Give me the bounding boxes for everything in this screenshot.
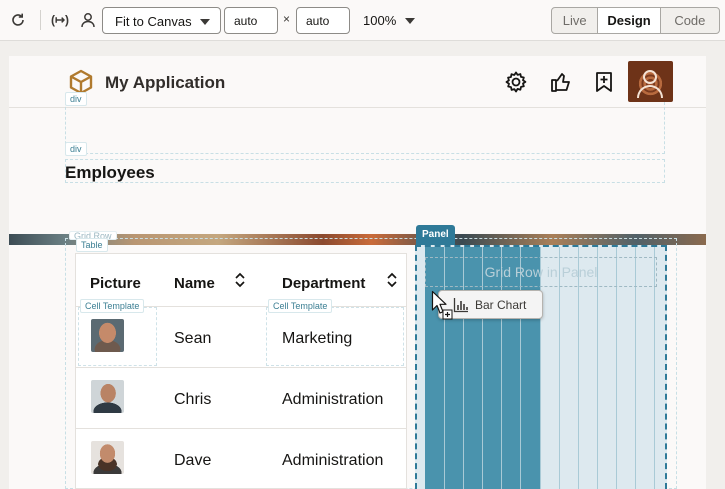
- user-avatar[interactable]: [628, 61, 673, 102]
- table-row[interactable]: Dave Administration: [76, 428, 406, 489]
- sort-icon[interactable]: [386, 272, 398, 288]
- panel-drop-zone[interactable]: Grid Row in Panel: [415, 245, 667, 489]
- mode-live-button[interactable]: Live: [552, 8, 599, 33]
- width-input[interactable]: auto: [224, 7, 278, 34]
- employee-name: Sean: [174, 330, 212, 347]
- mode-design-button[interactable]: Design: [598, 8, 661, 33]
- times-symbol: ×: [283, 12, 291, 26]
- variables-icon[interactable]: (↦): [49, 9, 71, 31]
- toolbar-divider: [40, 10, 41, 30]
- div-tag-1[interactable]: div: [65, 92, 87, 106]
- designer-toolbar: (↦) Fit to Canvas auto × auto 100% Live …: [0, 0, 725, 41]
- employee-name: Dave: [174, 452, 212, 469]
- cell-template-tag-1[interactable]: Cell Template: [80, 299, 145, 313]
- employee-name: Chris: [174, 391, 212, 408]
- chevron-down-icon: [200, 19, 210, 25]
- page-heading: Employees: [65, 163, 155, 182]
- zoom-level[interactable]: 100%: [363, 13, 396, 28]
- drag-cursor-icon: [431, 290, 453, 320]
- table-row[interactable]: Sean Marketing: [76, 306, 406, 367]
- mode-code-button[interactable]: Code: [661, 8, 719, 33]
- app-title: My Application: [105, 73, 226, 92]
- dragged-bar-chart-component[interactable]: Bar Chart: [438, 290, 543, 319]
- cell-template-tag-2[interactable]: Cell Template: [268, 299, 333, 313]
- table-tag[interactable]: Table: [76, 238, 108, 252]
- bookmark-add-icon[interactable]: [592, 70, 616, 94]
- grid-row-placeholder[interactable]: Grid Row in Panel: [425, 257, 657, 287]
- employee-department: Administration: [282, 452, 384, 469]
- employee-photo: [91, 319, 124, 352]
- avatar-head: [643, 70, 657, 84]
- thumbs-up-icon[interactable]: [549, 70, 573, 94]
- refresh-icon[interactable]: [7, 9, 29, 31]
- employee-department: Administration: [282, 391, 384, 408]
- user-icon[interactable]: [77, 9, 99, 31]
- div-tag-2[interactable]: div: [65, 142, 87, 156]
- avatar-body: [637, 85, 663, 98]
- panel-tag[interactable]: Panel: [416, 225, 455, 245]
- bar-chart-label: Bar Chart: [475, 298, 527, 312]
- table-row[interactable]: Chris Administration: [76, 367, 406, 428]
- app-header: My Application: [9, 56, 706, 108]
- gear-icon[interactable]: [504, 70, 528, 94]
- height-input[interactable]: auto: [296, 7, 350, 34]
- column-header-name[interactable]: Name: [174, 275, 215, 292]
- employee-photo: [91, 441, 124, 474]
- div-guide-2: [65, 159, 665, 183]
- fit-to-canvas-label: Fit to Canvas: [115, 14, 192, 29]
- employees-table[interactable]: Picture Name Department Sean Marketing C…: [75, 253, 407, 489]
- div-guide-1: [65, 102, 665, 154]
- employee-photo: [91, 380, 124, 413]
- column-header-department[interactable]: Department: [282, 275, 365, 292]
- bar-chart-icon: [453, 298, 468, 313]
- column-header-picture: Picture: [90, 275, 141, 292]
- fit-to-canvas-select[interactable]: Fit to Canvas: [102, 7, 221, 34]
- zoom-chevron-down-icon[interactable]: [405, 18, 415, 24]
- design-canvas: My Application div div Employees Grid Ro…: [9, 56, 706, 489]
- mode-switcher: Live Design Code: [551, 7, 720, 34]
- employee-department: Marketing: [282, 330, 353, 347]
- sort-icon[interactable]: [234, 272, 246, 288]
